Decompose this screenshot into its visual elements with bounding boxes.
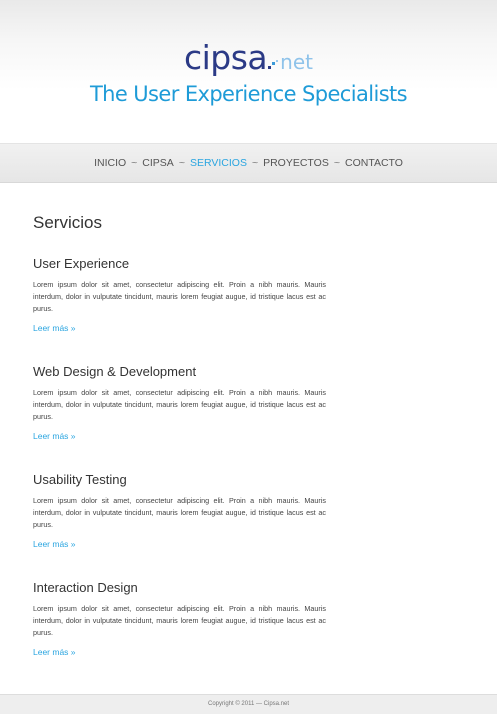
page-title: Servicios [33, 213, 102, 232]
service-description: Lorem ipsum dolor sit amet, consectetur … [33, 280, 326, 313]
nav-item-proyectos[interactable]: PROYECTOS [263, 157, 329, 169]
copyright-text: Copyright © 2011 — Cipsa.net [207, 701, 290, 707]
nav-separator: ~ [251, 157, 259, 169]
read-more-link[interactable]: Leer más » [33, 539, 333, 549]
main-nav: INICIO ~ CIPSA ~ SERVICIOS ~ PROYECTOS ~ CONTACT… [0, 144, 497, 183]
service-title: Usability Testing [33, 472, 127, 487]
service-user-experience: User Experience Lorem ipsum dolor sit am… [33, 256, 333, 333]
nav-item-inicio[interactable]: INICIO [94, 157, 126, 169]
logo-wordmark: cipsa [183, 38, 268, 77]
nav-separator: ~ [131, 157, 138, 169]
logo-dots-icon [268, 59, 280, 69]
service-title: Web Design & Development [33, 364, 197, 379]
main-content: Servicios User Experience Lorem ipsum do… [33, 213, 333, 657]
service-description: Lorem ipsum dolor sit amet, consectetur … [33, 496, 326, 529]
site-logo[interactable]: cipsa net [0, 38, 497, 78]
service-description: Lorem ipsum dolor sit amet, consectetur … [33, 604, 326, 637]
nav-item-cipsa[interactable]: CIPSA [142, 157, 174, 169]
service-title: Interaction Design [33, 580, 138, 595]
service-interaction-design: Interaction Design Lorem ipsum dolor sit… [33, 580, 333, 657]
nav-separator: ~ [333, 157, 340, 169]
site-header: cipsa net The User Experience Specialists [0, 0, 497, 144]
read-more-link[interactable]: Leer más » [33, 431, 333, 441]
service-title: User Experience [33, 256, 130, 271]
service-web-design: Web Design & Development Lorem ipsum dol… [33, 364, 333, 441]
nav-item-servicios[interactable]: SERVICIOS [190, 157, 247, 169]
site-tagline: The User Experience Specialists [89, 82, 408, 106]
read-more-link[interactable]: Leer más » [33, 323, 333, 333]
service-usability-testing: Usability Testing Lorem ipsum dolor sit … [33, 472, 333, 549]
service-description: Lorem ipsum dolor sit amet, consectetur … [33, 388, 326, 421]
nav-separator: ~ [178, 157, 185, 169]
site-footer: Copyright © 2011 — Cipsa.net [0, 694, 497, 714]
read-more-link[interactable]: Leer más » [33, 647, 333, 657]
logo-suffix: net [280, 50, 313, 74]
nav-item-contacto[interactable]: CONTACTO [345, 157, 403, 169]
